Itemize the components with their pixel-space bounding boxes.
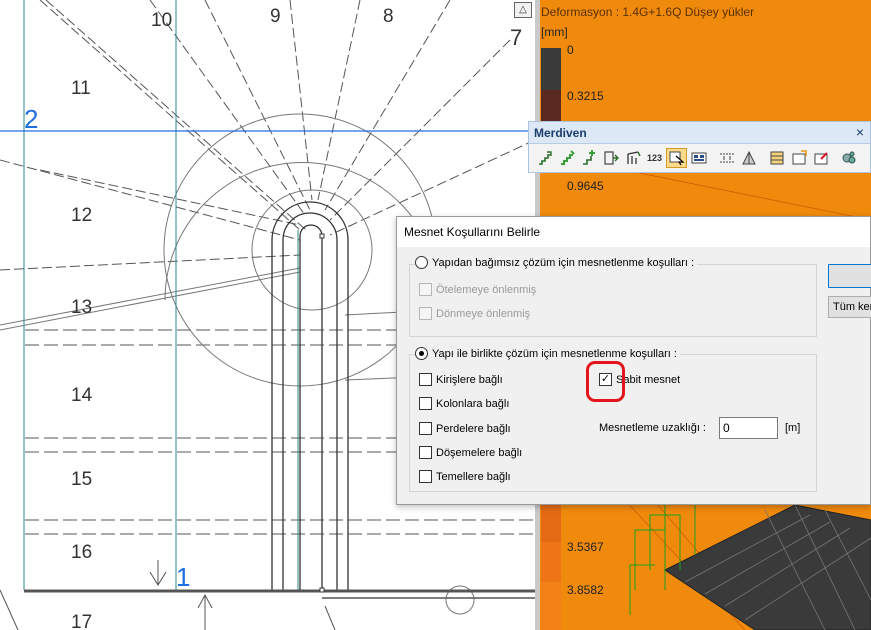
step-number: 13 [71, 297, 93, 318]
dimension-icon[interactable] [716, 148, 737, 168]
scale-color-band [541, 542, 561, 582]
connection-checkbox[interactable] [419, 373, 432, 386]
scale-color-band [541, 500, 561, 542]
connection-label: Kolonlara bağlı [436, 397, 510, 410]
stair-double-icon[interactable] [556, 148, 577, 168]
connection-option[interactable]: Döşemelere bağlı [419, 446, 522, 459]
connection-option[interactable]: Temellere bağlı [419, 470, 511, 483]
axis-label-1: 1 [176, 562, 191, 592]
rotation-restrained-checkbox[interactable] [419, 307, 432, 320]
support-conditions-dialog: Mesnet Koşullarını Belirle Yapıdan bağım… [396, 216, 871, 505]
support-distance-unit: [m] [785, 422, 801, 434]
ok-button[interactable] [828, 264, 871, 288]
close-icon[interactable]: × [856, 124, 864, 140]
translation-restrained-checkbox[interactable] [419, 283, 432, 296]
stair-straight-icon[interactable] [534, 148, 555, 168]
connection-option[interactable]: Perdelere bağlı [419, 422, 511, 435]
connection-label: Kirişlere bağlı [436, 373, 503, 386]
toolbar-title: Merdiven [534, 126, 587, 140]
translation-restrained-option[interactable]: Ötelemeye önlenmiş [419, 283, 536, 296]
independent-support-group [409, 264, 817, 337]
apply-all-button[interactable]: Tüm ken [828, 296, 871, 318]
scale-value: 0.9645 [567, 179, 604, 193]
step-number: 16 [71, 542, 93, 563]
stair-add-icon[interactable] [578, 148, 599, 168]
step-number: 11 [71, 78, 91, 99]
step-number: 15 [71, 469, 93, 490]
rotation-restrained-option[interactable]: Dönmeye önlenmiş [419, 307, 530, 320]
scale-value: 0 [567, 43, 574, 57]
scale-color-band [541, 582, 561, 630]
step-number: 8 [383, 6, 394, 27]
connection-label: Temellere bağlı [436, 470, 511, 483]
erase-icon[interactable] [810, 148, 831, 168]
highlight-annotation [586, 361, 625, 402]
connection-label: Perdelere bağlı [436, 422, 511, 435]
connection-label: Döşemelere bağlı [436, 446, 523, 459]
section-icon[interactable] [738, 148, 759, 168]
step-number: 10 [151, 10, 173, 31]
support-distance-input[interactable]: 0 [719, 417, 778, 439]
stair-properties-icon[interactable] [688, 148, 709, 168]
stair-landing-icon[interactable] [600, 148, 621, 168]
connection-checkbox[interactable] [419, 446, 432, 459]
collapse-panel-button[interactable]: △ [514, 2, 532, 18]
scale-value: 3.5367 [567, 540, 604, 554]
scale-value: 3.8582 [567, 583, 604, 597]
result-unit: [mm] [541, 25, 568, 39]
fixed-support-label: Sabit mesnet [616, 373, 681, 386]
support-conditions-icon[interactable] [788, 148, 809, 168]
step-number: 9 [270, 6, 281, 27]
scale-value: 0.3215 [567, 89, 604, 103]
axis-label-2: 2 [24, 104, 39, 134]
rotation-restrained-label: Dönmeye önlenmiş [436, 307, 531, 320]
settings-icon[interactable] [838, 148, 859, 168]
connection-checkbox[interactable] [419, 470, 432, 483]
numbering-icon[interactable]: 123 [644, 148, 665, 168]
merdiven-toolbar[interactable]: Merdiven × 123 [528, 121, 871, 173]
independent-solution-label: Yapıdan bağımsız çözüm için mesnetlenme … [432, 256, 695, 269]
combined-solution-label: Yapı ile birlikte çözüm için mesnetlenme… [432, 347, 677, 360]
translation-restrained-label: Ötelemeye önlenmiş [436, 283, 537, 296]
connection-option[interactable]: Kirişlere bağlı [419, 373, 503, 386]
numbering-glyph: 123 [646, 153, 663, 163]
combined-solution-radio[interactable] [415, 347, 428, 360]
independent-solution-radio[interactable] [415, 256, 428, 269]
step-number: 17 [71, 612, 93, 630]
scale-color-band [541, 48, 561, 90]
combined-solution-option[interactable]: Yapı ile birlikte çözüm için mesnetlenme… [415, 347, 680, 360]
support-icon[interactable] [766, 148, 787, 168]
independent-solution-option[interactable]: Yapıdan bağımsız çözüm için mesnetlenme … [415, 256, 698, 269]
dialog-title: Mesnet Koşullarını Belirle [404, 225, 541, 239]
step-number: 12 [71, 205, 93, 226]
connection-checkbox[interactable] [419, 397, 432, 410]
stair-spiral-icon[interactable] [622, 148, 643, 168]
select-stair-icon[interactable] [666, 148, 687, 168]
result-title: Deformasyon : 1.4G+1.6Q Düşey yükler [541, 5, 755, 19]
connection-checkbox[interactable] [419, 422, 432, 435]
step-number: 14 [71, 385, 93, 406]
connection-option[interactable]: Kolonlara bağlı [419, 397, 509, 410]
step-number: 7 [510, 25, 523, 50]
toolbar-header[interactable]: Merdiven × [529, 122, 870, 144]
dialog-title-bar[interactable]: Mesnet Koşullarını Belirle [397, 217, 870, 247]
support-distance-label: Mesnetleme uzaklığı : [599, 422, 706, 434]
